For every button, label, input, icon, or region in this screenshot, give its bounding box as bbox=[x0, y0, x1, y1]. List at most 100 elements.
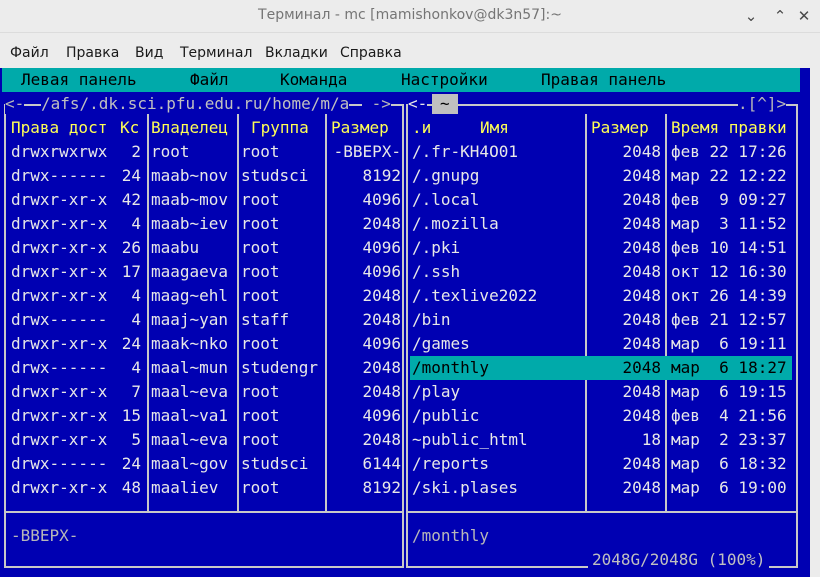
left-row-perm: drwx------ bbox=[11, 310, 108, 329]
left-row-group: staff bbox=[241, 310, 290, 329]
left-row-group: root bbox=[241, 286, 280, 305]
left-row-perm: drwxr-xr-x bbox=[11, 430, 108, 449]
right-row-name: /.fr-KH4O01 bbox=[412, 142, 518, 161]
right-row-mtime: мар 6 19:00 bbox=[671, 478, 787, 497]
left-row-perm: drwxr-xr-x bbox=[11, 478, 108, 497]
left-row-links: 4 bbox=[131, 286, 141, 305]
left-row-perm: drwxr-xr-x bbox=[11, 190, 108, 209]
left-row-size: 2048 bbox=[362, 310, 401, 329]
right-row-mtime: фев 22 17:26 bbox=[671, 142, 787, 161]
right-row-name: /monthly bbox=[412, 358, 490, 377]
left-row-group: studsci bbox=[241, 454, 309, 473]
scrollbar[interactable] bbox=[810, 68, 820, 577]
menu-item[interactable]: Справка bbox=[340, 45, 402, 61]
right-row-name: /.local bbox=[412, 190, 480, 209]
left-row-perm: drwxr-xr-x bbox=[11, 286, 108, 305]
terminal[interactable]: Левая панель Файл Команда Настройки Правая п… bbox=[0, 68, 810, 577]
right-header-sort: .и bbox=[412, 118, 432, 137]
left-row-group: root bbox=[241, 478, 280, 497]
left-row-size: 2048 bbox=[362, 430, 401, 449]
menu-item[interactable]: Правка bbox=[66, 45, 119, 61]
right-row-name: /reports bbox=[412, 454, 490, 473]
left-row-group: root bbox=[241, 262, 280, 281]
left-row-perm: drwxr-xr-x bbox=[11, 262, 108, 281]
right-row-size: 2048 bbox=[622, 358, 661, 377]
close-icon[interactable]: ✕ bbox=[794, 6, 814, 26]
menu-item[interactable]: Вид bbox=[135, 45, 163, 61]
right-row-size: 2048 bbox=[622, 142, 661, 161]
left-row-size: 8192 bbox=[362, 166, 401, 185]
left-row-links: 26 bbox=[121, 238, 141, 257]
left-row-group: root bbox=[241, 406, 280, 425]
left-path-end: -> bbox=[362, 94, 391, 114]
left-row-owner: root bbox=[151, 142, 190, 161]
left-row-perm: drwxrwxrwx bbox=[11, 142, 108, 161]
mc-menu-item[interactable]: Левая панель bbox=[21, 70, 137, 89]
left-row-owner: maal~eva bbox=[151, 430, 229, 449]
left-row-perm: drwx------ bbox=[11, 358, 108, 377]
title-bar: Терминал - mc [mamishonkov@dk3n57]:~ ⌄ ⌃… bbox=[0, 0, 820, 33]
left-path-arrows: <- bbox=[5, 94, 25, 114]
mc-menu-item[interactable]: Команда bbox=[280, 70, 347, 89]
right-panel-path: ~ bbox=[432, 94, 458, 114]
panel-border bbox=[796, 104, 798, 568]
mc-menu-bar: Левая панель Файл Команда Настройки Правая п… bbox=[2, 68, 800, 92]
left-row-owner: maal~mun bbox=[151, 358, 229, 377]
panel-border bbox=[237, 114, 239, 512]
right-row-mtime: фев 10 14:51 bbox=[671, 238, 787, 257]
left-row-group: root bbox=[241, 190, 280, 209]
left-row-perm: drwxr-xr-x bbox=[11, 214, 108, 233]
panel-border bbox=[147, 114, 149, 512]
left-row-links: 24 bbox=[121, 334, 141, 353]
right-row-name: /play bbox=[412, 382, 461, 401]
right-row-name: /public bbox=[412, 406, 480, 425]
menu-item[interactable]: Вкладки bbox=[265, 45, 328, 61]
right-row-mtime: мар 22 12:22 bbox=[671, 166, 787, 185]
left-row-group: root bbox=[241, 334, 280, 353]
left-panel-path: /afs/.dk.sci.pfu.edu.ru/home/m/a bbox=[41, 94, 350, 114]
mc-menu-item[interactable]: Настройки bbox=[401, 70, 488, 89]
mc-menu-item[interactable]: Файл bbox=[190, 70, 229, 89]
right-row-name: /.mozilla bbox=[412, 214, 499, 233]
left-row-size: 2048 bbox=[362, 286, 401, 305]
window-title: Терминал - mc [mamishonkov@dk3n57]:~ bbox=[258, 7, 562, 23]
panel-border bbox=[406, 511, 798, 513]
right-header-mtime: Время правки bbox=[671, 118, 787, 137]
left-row-size: 2048 bbox=[362, 382, 401, 401]
left-row-owner: maagaeva bbox=[151, 262, 229, 281]
right-row-mtime: фев 4 21:56 bbox=[671, 406, 787, 425]
right-row-size: 2048 bbox=[622, 262, 661, 281]
left-row-perm: drwxr-xr-x bbox=[11, 382, 108, 401]
right-row-size: 2048 bbox=[622, 478, 661, 497]
right-path-end: .[^]> bbox=[738, 94, 787, 114]
right-row-size: 2048 bbox=[622, 166, 661, 185]
right-row-name: /games bbox=[412, 334, 470, 353]
right-row-name: /.ssh bbox=[412, 262, 461, 281]
left-row-owner: maab~iev bbox=[151, 214, 229, 233]
left-row-owner: maaliev bbox=[151, 478, 219, 497]
menu-bar: Файл Правка Вид Терминал Вкладки Справка bbox=[0, 38, 820, 68]
left-row-links: 15 bbox=[121, 406, 141, 425]
left-header-owner: Владелец bbox=[151, 118, 229, 137]
panel-border bbox=[585, 114, 587, 512]
maximize-icon[interactable]: ⌃ bbox=[770, 6, 790, 26]
left-row-size: 8192 bbox=[362, 478, 401, 497]
left-row-owner: maab~nov bbox=[151, 166, 229, 185]
right-path-arrows: <- bbox=[408, 94, 428, 114]
right-row-size: 2048 bbox=[622, 310, 661, 329]
menu-item[interactable]: Терминал bbox=[180, 45, 252, 61]
right-row-mtime: окт 12 16:30 bbox=[671, 262, 787, 281]
left-row-perm: drwxr-xr-x bbox=[11, 238, 108, 257]
panel-border bbox=[402, 104, 404, 568]
left-row-size: 2048 bbox=[362, 214, 401, 233]
mc-menu-item[interactable]: Правая панель bbox=[541, 70, 666, 89]
panel-border bbox=[665, 114, 667, 512]
left-row-size: -ВВЕРХ- bbox=[333, 142, 401, 161]
left-row-owner: maak~nko bbox=[151, 334, 229, 353]
menu-item[interactable]: Файл bbox=[10, 45, 49, 61]
right-row-size: 2048 bbox=[622, 190, 661, 209]
minimize-icon[interactable]: ⌄ bbox=[741, 6, 761, 26]
left-row-perm: drwxr-xr-x bbox=[11, 406, 108, 425]
left-row-size: 4096 bbox=[362, 406, 401, 425]
left-row-links: 4 bbox=[131, 358, 141, 377]
